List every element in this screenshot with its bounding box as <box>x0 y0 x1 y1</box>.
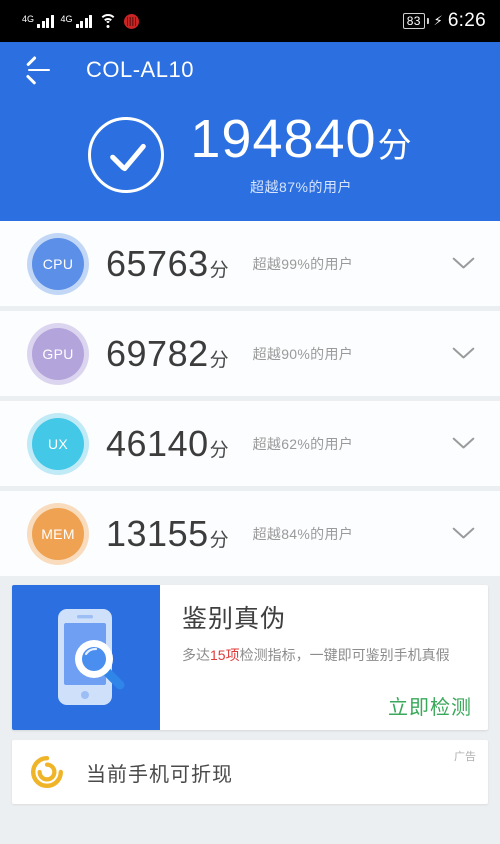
chevron-down-icon[interactable] <box>452 342 476 366</box>
metric-badge-label: MEM <box>41 525 75 542</box>
total-score-value: 194840 <box>190 109 377 169</box>
metric-score-value: 69782 <box>106 332 209 374</box>
battery-level-label: 83 <box>402 13 425 29</box>
app-bar: COL-AL10 <box>0 42 500 98</box>
metric-row-mem[interactable]: MEM 13155 分 超越84%的用户 <box>0 491 500 576</box>
metric-score: 65763 分 <box>106 243 229 285</box>
network-type-label-1: 4G <box>22 13 35 24</box>
metric-list: CPU 65763 分超越99%的用户 GPU 69782 分超越90%的用户 UX 4614… <box>0 221 500 576</box>
metric-score: 13155 分 <box>106 513 229 555</box>
total-score-percentile: 超越87%的用户 <box>249 179 352 195</box>
metric-badge-label: CPU <box>42 255 74 272</box>
metric-row-cpu[interactable]: CPU 65763 分 超越99%的用户 <box>0 221 500 306</box>
metric-percentile: 超越62%的用户 <box>252 435 354 452</box>
metric-badge-label: GPU <box>42 345 74 362</box>
metric-score: 69782 分 <box>106 333 229 375</box>
promo-cta-button[interactable]: 立即检测 <box>182 691 472 720</box>
status-bar-left: 4G 4G <box>22 13 140 29</box>
signal-bars-2 <box>75 14 93 28</box>
promo-desc-before: 多达 <box>182 647 210 663</box>
network-type-label-2: 4G <box>60 13 73 24</box>
metric-badge-mem: MEM <box>32 507 84 560</box>
metric-score-value: 65763 <box>106 242 209 284</box>
total-score-block: 194840 分 超越87%的用户 <box>0 98 500 197</box>
total-score-text: 194840 分 超越87%的用户 <box>190 112 411 197</box>
promo-desc-after: 检测指标，一键即可鉴别手机真假 <box>239 647 450 663</box>
metric-row-ux[interactable]: UX 46140 分 超越62%的用户 <box>0 401 500 486</box>
metric-percentile: 超越99%的用户 <box>252 255 354 272</box>
promo-title: 鉴别真伪 <box>182 605 287 633</box>
metric-score-value: 13155 <box>106 512 209 554</box>
metric-score-value: 46140 <box>106 422 209 464</box>
chevron-down-icon[interactable] <box>452 522 476 546</box>
metric-badge-ux: UX <box>32 417 84 470</box>
metric-percentile: 超越84%的用户 <box>252 525 354 542</box>
metric-percentile: 超越90%的用户 <box>252 345 354 362</box>
battery-icon-tip <box>426 18 429 24</box>
promo-desc-highlight: 15项 <box>210 647 240 663</box>
status-bar-right: 83 ⚡ 6:26 <box>402 10 486 32</box>
metric-score-unit: 分 <box>209 439 229 461</box>
charging-bolt-icon: ⚡ <box>433 13 443 28</box>
signal-bars-1 <box>37 14 54 28</box>
app-screen: 4G 4G 83 ⚡ 6:26 COL-AL10 194840 分 超越87%的… <box>0 0 500 844</box>
chevron-down-icon[interactable] <box>452 252 476 276</box>
promo-card[interactable]: 鉴别真伪 多达15项检测指标，一键即可鉴别手机真假 立即检测 <box>12 585 488 730</box>
promo-description: 多达15项检测指标，一键即可鉴别手机真假 <box>182 645 472 665</box>
metric-score-unit: 分 <box>209 259 229 281</box>
back-arrow-icon[interactable] <box>24 55 54 85</box>
ad-banner[interactable]: 当前手机可折现 广告 <box>12 740 488 804</box>
signal-sim2-icon: 4G <box>60 13 93 28</box>
wifi-icon <box>99 14 118 28</box>
metric-score-unit: 分 <box>209 349 229 371</box>
status-bar: 4G 4G 83 ⚡ 6:26 <box>0 0 500 42</box>
signal-sim1-icon: 4G <box>22 13 54 28</box>
metric-score: 46140 分 <box>106 423 229 465</box>
page-title: COL-AL10 <box>86 57 194 82</box>
spiral-logo-icon <box>30 755 64 789</box>
promo-body: 鉴别真伪 多达15项检测指标，一键即可鉴别手机真假 立即检测 <box>160 585 488 730</box>
check-circle-icon <box>88 116 165 193</box>
metric-score-unit: 分 <box>209 529 229 551</box>
metric-badge-gpu: GPU <box>32 327 84 380</box>
hero-panel: COL-AL10 194840 分 超越87%的用户 <box>0 42 500 221</box>
metric-badge-cpu: CPU <box>32 237 84 290</box>
clock-label: 6:26 <box>447 10 486 31</box>
metric-row-gpu[interactable]: GPU 69782 分 超越90%的用户 <box>0 311 500 396</box>
ad-label: 广告 <box>454 751 476 763</box>
ad-text: 当前手机可折现 <box>86 763 233 786</box>
total-score-unit: 分 <box>377 127 412 165</box>
metric-badge-label: UX <box>47 435 69 452</box>
phone-magnifier-icon <box>12 585 160 730</box>
chevron-down-icon[interactable] <box>452 432 476 456</box>
virus-alert-icon <box>124 13 140 29</box>
